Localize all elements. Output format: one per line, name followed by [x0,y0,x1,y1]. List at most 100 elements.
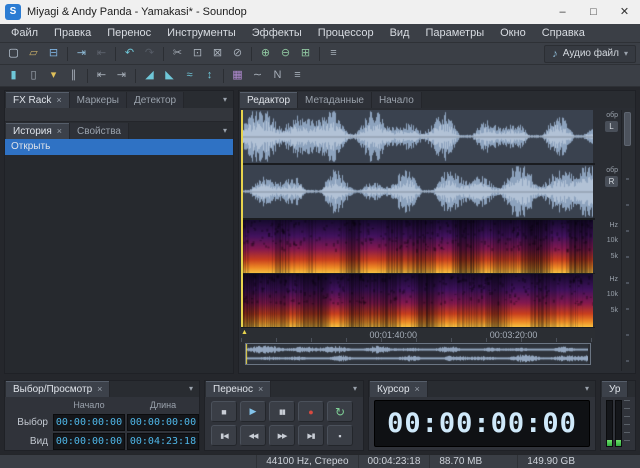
maximize-button[interactable]: □ [578,0,609,24]
selection-start-field[interactable]: 00:00:00:00 [53,433,125,450]
audio-file-dropdown[interactable]: ♪ Аудио файл ▾ [544,44,636,63]
tab-selection-view[interactable]: Выбор/Просмотр × [6,381,111,397]
history-item-open[interactable]: Открыть [5,139,233,155]
timeline-ruler[interactable]: ▲ 00:01:40:00 00:03:20:00 [241,327,595,342]
menu-edit[interactable]: Правка [46,24,99,42]
spectrogram-left-canvas[interactable] [241,220,593,273]
menu-options[interactable]: Параметры [417,24,492,42]
minimize-button[interactable]: – [547,0,578,24]
tab-close-icon[interactable]: × [415,384,420,394]
tab-cursor[interactable]: Курсор × [370,381,428,397]
playhead-cursor[interactable] [241,110,243,327]
scrollbar-thumb[interactable] [624,112,631,146]
fast-forward-button[interactable]: ▶▶ [269,425,295,446]
panel-menu-caret-icon[interactable]: ▾ [347,381,363,397]
go-end-icon[interactable]: ⇥ [112,67,131,85]
undo-icon[interactable]: ↶ [120,45,139,63]
spectral-view-icon[interactable]: ▦ [228,67,247,85]
vertical-scrollbar[interactable] [621,110,633,371]
time-selection-tool-icon[interactable]: ▮ [4,67,23,85]
play-button[interactable]: ▶ [240,401,266,422]
overview-waveform-canvas[interactable] [246,344,588,364]
menu-file[interactable]: Файл [3,24,46,42]
zoom-out-icon[interactable]: ⊖ [276,45,295,63]
toolbar-separator[interactable] [251,46,252,61]
panel-menu-caret-icon[interactable]: ▾ [217,92,233,108]
selection-start-field[interactable]: 00:00:00:00 [53,414,125,431]
copy-icon[interactable]: ⊡ [188,45,207,63]
import-audio-icon[interactable]: ⇥ [72,45,91,63]
panel-menu-caret-icon[interactable]: ▾ [217,123,233,139]
close-button[interactable]: ✕ [609,0,640,24]
tab-start[interactable]: Начало [371,92,422,108]
go-start-icon[interactable]: ⇤ [92,67,111,85]
save-icon[interactable]: ⊟ [44,45,63,63]
fade-out-icon[interactable]: ◣ [160,67,179,85]
redo-icon[interactable]: ↷ [140,45,159,63]
menu-transport[interactable]: Перенос [99,24,159,42]
tab-properties[interactable]: Свойства [70,123,129,139]
tab-close-icon[interactable]: × [97,384,102,394]
zoom-fit-icon[interactable]: ⊞ [296,45,315,63]
amplify-icon[interactable]: ≈ [180,67,199,85]
fade-in-icon[interactable]: ◢ [140,67,159,85]
selection-length-field[interactable]: 00:04:23:18 [127,433,199,450]
selection-length-field[interactable]: 00:00:00:00 [127,414,199,431]
loop-button[interactable]: ↻ [327,401,353,422]
level-meter[interactable] [601,397,635,450]
mixer-icon[interactable]: ≡ [324,45,343,63]
tab-markers[interactable]: Маркеры [69,92,127,108]
menu-window[interactable]: Окно [492,24,534,42]
tab-editor[interactable]: Редактор [240,92,299,108]
toolbar-separator[interactable] [319,46,320,61]
tab-fx-rack[interactable]: FX Rack × [6,92,70,108]
overview-strip[interactable] [245,343,591,365]
paste-icon[interactable]: ⊠ [208,45,227,63]
delete-icon[interactable]: ⊘ [228,45,247,63]
panel-menu-icon[interactable]: ≡ [288,67,307,85]
playhead-marker-icon[interactable]: ▲ [241,329,248,336]
menu-view[interactable]: Вид [382,24,418,42]
normalize-icon[interactable]: ↕ [200,67,219,85]
waveform-right-canvas[interactable] [241,165,593,218]
toolbar-separator[interactable] [87,68,88,83]
tab-close-icon[interactable]: × [258,384,263,394]
waveform-view-icon[interactable]: ∼ [248,67,267,85]
noise-tool-icon[interactable]: N [268,67,287,85]
new-file-icon[interactable]: ▢ [4,45,23,63]
left-channel-button[interactable]: L [605,121,618,132]
stop-button[interactable]: ■ [211,401,237,422]
waveform-left-canvas[interactable] [241,110,593,163]
tab-detector[interactable]: Детектор [126,92,185,108]
menu-processor[interactable]: Процессор [310,24,382,42]
marker-tool-icon[interactable]: ▾ [44,67,63,85]
spectrogram-right-canvas[interactable] [241,274,593,327]
panel-menu-caret-icon[interactable]: ▾ [579,381,595,397]
panel-menu-caret-icon[interactable]: ▾ [183,381,199,397]
tab-metadata[interactable]: Метаданные [298,92,372,108]
rewind-button[interactable]: ◀◀ [240,425,266,446]
tab-close-icon[interactable]: × [56,95,61,105]
scrub-tool-icon[interactable]: ▯ [24,67,43,85]
tab-levels[interactable]: Ур [602,381,629,397]
toolbar-separator[interactable] [115,46,116,61]
tab-close-icon[interactable]: × [57,126,62,136]
skip-start-button[interactable]: ▮◀ [211,425,237,446]
toolbar-separator[interactable] [67,46,68,61]
tab-history[interactable]: История × [6,123,71,139]
menu-help[interactable]: Справка [534,24,593,42]
zoom-in-icon[interactable]: ⊕ [256,45,275,63]
toolbar-separator[interactable] [223,68,224,83]
cursor-time-display[interactable]: 00:00:00:00 [374,400,590,447]
snap-toggle-icon[interactable]: ∥ [64,67,83,85]
record-button[interactable]: ● [298,401,324,422]
toolbar-separator[interactable] [135,68,136,83]
record-mode-button[interactable]: ▪ [327,425,353,446]
open-folder-icon[interactable]: ▱ [24,45,43,63]
right-channel-button[interactable]: R [605,176,618,187]
export-audio-icon[interactable]: ⇤ [92,45,111,63]
cut-icon[interactable]: ✂ [168,45,187,63]
menu-effects[interactable]: Эффекты [244,24,310,42]
skip-end-button[interactable]: ▶▮ [298,425,324,446]
menu-tools[interactable]: Инструменты [159,24,244,42]
